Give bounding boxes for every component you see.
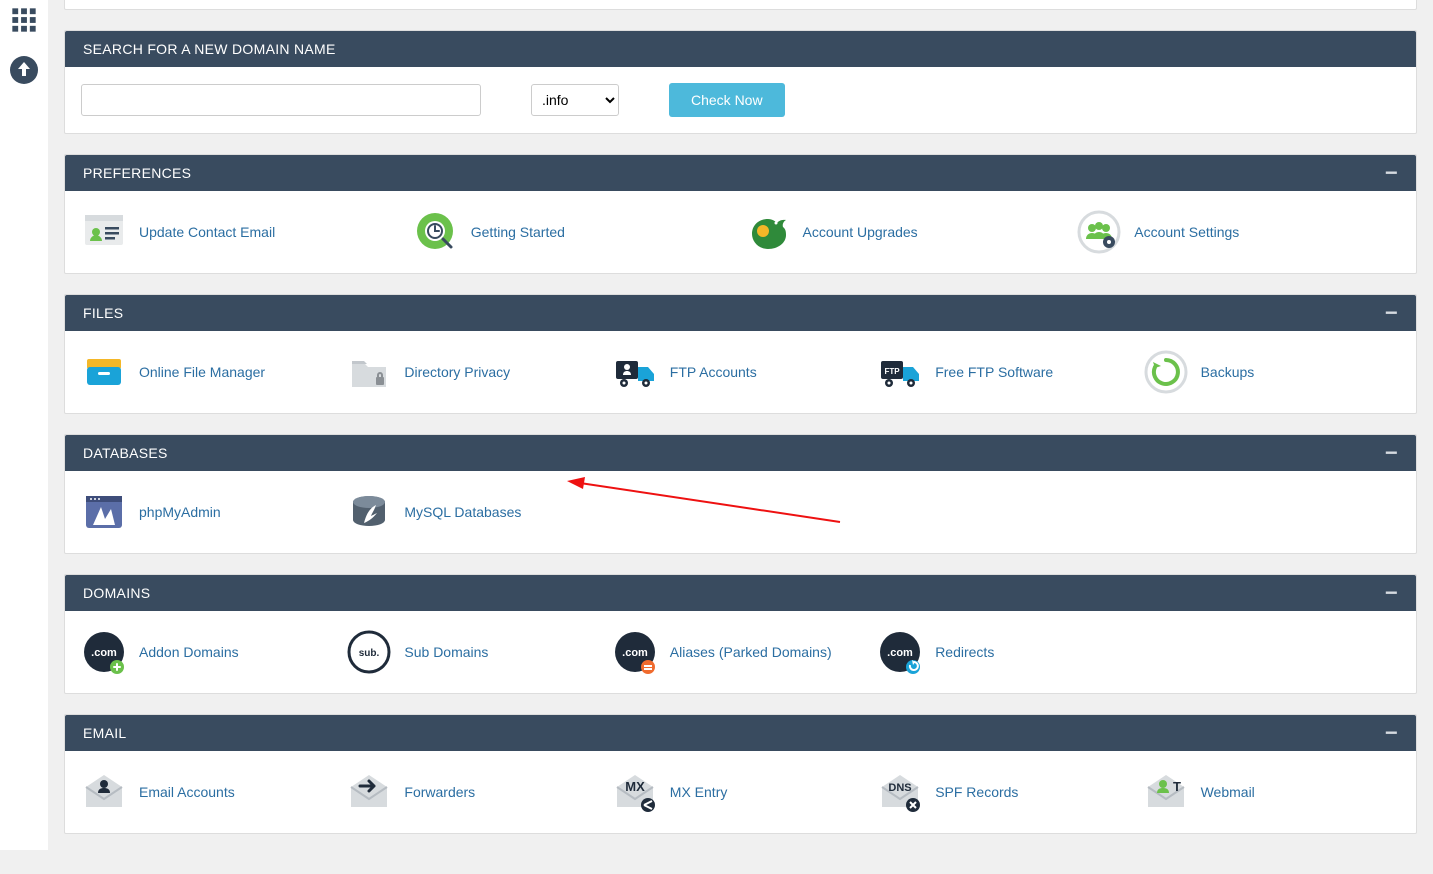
svg-text:.com: .com: [887, 647, 913, 659]
item-label: MX Entry: [670, 784, 728, 800]
sub-domain-icon: sub.: [346, 629, 392, 675]
collapse-icon[interactable]: −: [1385, 586, 1398, 600]
item-label: Redirects: [935, 644, 994, 660]
item-account-upgrades[interactable]: Account Upgrades: [745, 207, 1069, 257]
backup-icon: [1143, 349, 1189, 395]
item-label: Online File Manager: [139, 364, 265, 380]
forwarders-icon: [346, 769, 392, 815]
ftp-software-icon: FTP: [877, 349, 923, 395]
item-mx-entry[interactable]: MX MX Entry: [612, 767, 869, 817]
locked-folder-icon: [346, 349, 392, 395]
item-label: Directory Privacy: [404, 364, 510, 380]
redirects-icon: .com: [877, 629, 923, 675]
item-label: Update Contact Email: [139, 224, 275, 240]
item-label: Addon Domains: [139, 644, 239, 660]
upload-icon[interactable]: [8, 54, 40, 86]
dotcom-plus-icon: .com: [81, 629, 127, 675]
item-mysql-databases[interactable]: MySQL Databases: [346, 487, 603, 537]
item-forwarders[interactable]: Forwarders: [346, 767, 603, 817]
files-card: FILES − Online File Manager: [64, 294, 1417, 414]
item-label: Backups: [1201, 364, 1255, 380]
item-email-accounts[interactable]: Email Accounts: [81, 767, 338, 817]
svg-text:.com: .com: [91, 647, 117, 659]
left-rail: [0, 0, 48, 850]
databases-card: DATABASES − phpMyAdmin: [64, 434, 1417, 554]
svg-text:T: T: [1173, 779, 1181, 794]
aliases-icon: .com: [612, 629, 658, 675]
email-card: EMAIL − Email Accounts: [64, 714, 1417, 834]
item-phpmyadmin[interactable]: phpMyAdmin: [81, 487, 338, 537]
collapse-icon[interactable]: −: [1385, 306, 1398, 320]
svg-text:.com: .com: [622, 647, 648, 659]
item-aliases[interactable]: .com Aliases (Parked Domains): [612, 627, 869, 677]
mysql-icon: [346, 489, 392, 535]
item-label: MySQL Databases: [404, 504, 521, 520]
dragon-icon: [745, 209, 791, 255]
item-webmail[interactable]: T Webmail: [1143, 767, 1400, 817]
svg-text:DNS: DNS: [889, 782, 912, 794]
contact-card-icon: [81, 209, 127, 255]
item-sub-domains[interactable]: sub. Sub Domains: [346, 627, 603, 677]
users-gear-icon: [1076, 209, 1122, 255]
item-free-ftp-software[interactable]: FTP Free FTP Software: [877, 347, 1134, 397]
svg-text:MX: MX: [625, 779, 645, 794]
search-domain-card: SEARCH FOR A NEW DOMAIN NAME .info Check…: [64, 30, 1417, 134]
item-label: Getting Started: [471, 224, 565, 240]
item-directory-privacy[interactable]: Directory Privacy: [346, 347, 603, 397]
phpmyadmin-icon: [81, 489, 127, 535]
webmail-icon: T: [1143, 769, 1189, 815]
item-backups[interactable]: Backups: [1143, 347, 1400, 397]
item-label: Account Settings: [1134, 224, 1239, 240]
collapse-icon[interactable]: −: [1385, 726, 1398, 740]
item-online-file-manager[interactable]: Online File Manager: [81, 347, 338, 397]
spf-records-icon: DNS: [877, 769, 923, 815]
search-header: SEARCH FOR A NEW DOMAIN NAME: [83, 41, 336, 57]
item-update-contact-email[interactable]: Update Contact Email: [81, 207, 405, 257]
item-label: Sub Domains: [404, 644, 488, 660]
item-label: Free FTP Software: [935, 364, 1053, 380]
domains-header: DOMAINS: [83, 585, 150, 601]
mx-entry-icon: MX: [612, 769, 658, 815]
item-label: Forwarders: [404, 784, 475, 800]
item-ftp-accounts[interactable]: FTP Accounts: [612, 347, 869, 397]
apps-grid-icon[interactable]: [8, 4, 40, 36]
item-addon-domains[interactable]: .com Addon Domains: [81, 627, 338, 677]
check-now-button[interactable]: Check Now: [669, 83, 785, 117]
item-label: Aliases (Parked Domains): [670, 644, 832, 660]
item-label: phpMyAdmin: [139, 504, 221, 520]
item-label: Account Upgrades: [803, 224, 918, 240]
tld-select[interactable]: .info: [531, 84, 619, 116]
item-getting-started[interactable]: Getting Started: [413, 207, 737, 257]
main-content: SEARCH FOR A NEW DOMAIN NAME .info Check…: [48, 0, 1433, 850]
item-account-settings[interactable]: Account Settings: [1076, 207, 1400, 257]
domain-search-input[interactable]: [81, 84, 481, 116]
ftp-truck-icon: [612, 349, 658, 395]
email-accounts-icon: [81, 769, 127, 815]
files-header: FILES: [83, 305, 123, 321]
collapse-icon[interactable]: −: [1385, 166, 1398, 180]
item-label: SPF Records: [935, 784, 1018, 800]
collapse-icon[interactable]: −: [1385, 446, 1398, 460]
domains-card: DOMAINS − .com Addon Domains: [64, 574, 1417, 694]
item-label: Email Accounts: [139, 784, 235, 800]
email-header: EMAIL: [83, 725, 127, 741]
item-label: Webmail: [1201, 784, 1255, 800]
item-spf-records[interactable]: DNS SPF Records: [877, 767, 1134, 817]
databases-header: DATABASES: [83, 445, 168, 461]
file-drawer-icon: [81, 349, 127, 395]
item-label: FTP Accounts: [670, 364, 757, 380]
svg-text:sub.: sub.: [359, 648, 380, 659]
top-card-strip: [64, 0, 1417, 10]
svg-text:FTP: FTP: [885, 367, 901, 376]
preferences-header: PREFERENCES: [83, 165, 191, 181]
item-redirects[interactable]: .com Redirects: [877, 627, 1134, 677]
clock-search-icon: [413, 209, 459, 255]
preferences-card: PREFERENCES −: [64, 154, 1417, 274]
